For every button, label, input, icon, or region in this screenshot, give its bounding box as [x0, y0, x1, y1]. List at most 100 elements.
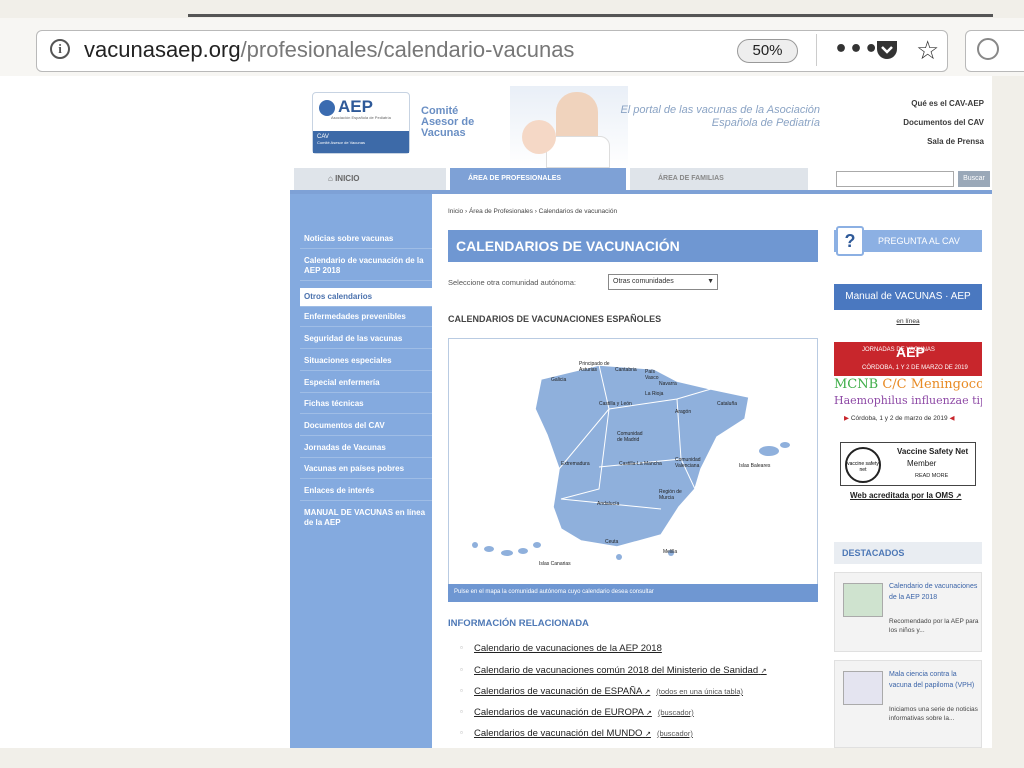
sidebar-item-otros-calendarios[interactable]: Otros calendarios — [300, 288, 432, 307]
home-icon: ⌂ — [328, 174, 336, 183]
bookmark-star-icon[interactable]: ☆ — [916, 37, 939, 63]
breadcrumb[interactable]: Inicio › Área de Profesionales › Calenda… — [448, 208, 617, 215]
related-link[interactable]: Calendario de vacunaciones de la AEP 201… — [474, 643, 662, 654]
external-link-icon: ↗ — [955, 493, 962, 500]
map-label-valenciana[interactable]: Comunidad Valenciana — [675, 457, 707, 469]
sidebar-item-seguridad[interactable]: Seguridad de las vacunas — [300, 330, 432, 349]
sidebar-item-enfermeria[interactable]: Especial enfermería — [300, 374, 432, 393]
sidebar-item-paises-pobres[interactable]: Vacunas en países pobres — [300, 460, 432, 479]
top-link-documentos[interactable]: Documentos del CAV — [903, 113, 984, 132]
top-link-prensa[interactable]: Sala de Prensa — [903, 132, 984, 151]
top-links: Qué es el CAV-AEP Documentos del CAV Sal… — [903, 94, 984, 151]
sidebar-item-calendario-aep[interactable]: Calendario de vacunación de la AEP 2018 — [300, 252, 432, 281]
related-note: (buscador) — [656, 729, 693, 738]
comite-title: Comité Asesor de Vacunas — [421, 105, 475, 139]
sidebar-item-fichas[interactable]: Fichas técnicas — [300, 395, 432, 414]
spain-map[interactable]: Principado de Asturias Cantabria País Va… — [448, 338, 818, 602]
bullet-icon: ▫ — [460, 728, 463, 737]
map-label-cataluna[interactable]: Cataluña — [717, 401, 737, 407]
sidebar: Noticias sobre vacunas Calendario de vac… — [290, 194, 432, 748]
info-icon[interactable]: i — [50, 39, 70, 59]
dropdown-arrow-icon: ▼ — [707, 278, 714, 285]
zoom-level[interactable]: 50% — [737, 39, 798, 63]
map-label-castilla-leon[interactable]: Castilla y León — [599, 401, 632, 407]
bullet-icon: ▫ — [460, 686, 463, 695]
arrow-left-icon: ◀ — [947, 415, 955, 422]
bullet-icon: ▫ — [460, 707, 463, 716]
map-label-madrid[interactable]: Comunidad de Madrid — [617, 431, 647, 443]
map-label-pais-vasco[interactable]: País Vasco — [645, 369, 665, 381]
vaccine-safety-net-badge[interactable]: vaccine safety net Vaccine Safety Net Me… — [840, 442, 976, 486]
map-label-la-rioja[interactable]: La Rioja — [645, 391, 663, 397]
map-label-cantabria[interactable]: Cantabria — [615, 367, 637, 373]
sidebar-item-noticias[interactable]: Noticias sobre vacunas — [300, 230, 432, 249]
question-mark-icon[interactable]: ? — [836, 226, 864, 256]
featured-card[interactable]: Calendario de vacunaciones de la AEP 201… — [834, 572, 982, 652]
map-label-aragon[interactable]: Aragón — [675, 409, 691, 415]
related-note: (buscador) — [657, 708, 694, 717]
map-label-galicia[interactable]: Galicia — [551, 377, 566, 383]
related-link[interactable]: Calendarios de vacunación del MUNDO ↗ (bu… — [474, 728, 693, 739]
nav-profesionales[interactable]: ÁREA DE PROFESIONALES — [450, 168, 626, 190]
url-text[interactable]: vacunasaep.org/profesionales/calendario-… — [84, 37, 574, 63]
oms-link[interactable]: Web acreditada por la OMS ↗ — [850, 491, 962, 500]
hero-photo — [510, 86, 628, 168]
logo-subtitle: Asociación Española de Pediatría — [331, 115, 391, 120]
related-info-title: INFORMACIÓN RELACIONADA — [448, 618, 589, 629]
destacados-header: DESTACADOS — [834, 542, 982, 564]
related-link[interactable]: Calendarios de vacunación de EUROPA ↗ (bu… — [474, 707, 694, 718]
map-label-castilla-la-mancha[interactable]: Castilla-La Mancha — [619, 461, 662, 467]
community-select[interactable]: Otras comunidades ▼ — [608, 274, 718, 290]
map-label-asturias[interactable]: Principado de Asturias — [579, 361, 613, 373]
select-label: Seleccione otra comunidad autónoma: — [448, 278, 576, 287]
external-link-icon: ↗ — [645, 731, 651, 738]
jornadas-banner[interactable]: JORNADAS DE VACUNAS AEP CÓRDOBA, 1 Y 2 DE … — [834, 340, 982, 430]
site-search-button[interactable]: Buscar — [958, 171, 990, 187]
featured-card[interactable]: Mala ciencia contra la vacuna del papilo… — [834, 660, 982, 748]
page-actions-menu-icon[interactable]: ••• — [834, 37, 879, 62]
map-label-andalucia[interactable]: Andalucía — [597, 501, 619, 507]
external-link-icon: ↗ — [760, 668, 767, 675]
map-label-murcia[interactable]: Región de Murcia — [659, 489, 685, 501]
tab-indicator — [188, 14, 993, 17]
related-note: (todos en una única tabla) — [656, 687, 744, 696]
sidebar-item-documentos[interactable]: Documentos del CAV — [300, 417, 432, 436]
manual-vacunas-button[interactable]: Manual de VACUNAS · AEP — [834, 284, 982, 310]
aep-logo[interactable]: AEP Asociación Española de Pediatría CAV… — [312, 92, 410, 154]
map-label-canarias[interactable]: Islas Canarias — [539, 561, 571, 567]
top-link-que-es[interactable]: Qué es el CAV-AEP — [903, 94, 984, 113]
related-link[interactable]: Calendarios de vacunación de ESPAÑA ↗ (to… — [474, 686, 743, 697]
sidebar-item-manual[interactable]: MANUAL DE VACUNAS en línea de la AEP — [300, 504, 432, 532]
map-caption: Pulse en el mapa la comunidad autónoma c… — [448, 584, 818, 602]
page-title: CALENDARIOS DE VACUNACIÓN — [448, 230, 818, 262]
sidebar-item-situaciones[interactable]: Situaciones especiales — [300, 352, 432, 371]
pocket-icon[interactable] — [875, 39, 899, 61]
map-label-navarra[interactable]: Navarra — [659, 381, 677, 387]
sidebar-item-jornadas[interactable]: Jornadas de Vacunas — [300, 439, 432, 458]
toolbar-separator — [816, 34, 817, 66]
external-link-icon: ↗ — [644, 689, 651, 696]
map-label-ceuta[interactable]: Ceuta — [605, 539, 618, 545]
sidebar-item-enfermedades[interactable]: Enfermedades prevenibles — [300, 308, 432, 327]
map-label-melilla[interactable]: Melilla — [663, 549, 677, 555]
external-link-icon: ↗ — [645, 710, 652, 717]
checkmark-icon: vaccine safety net — [845, 447, 881, 483]
map-label-extremadura[interactable]: Extremadura — [561, 461, 590, 467]
search-icon[interactable] — [977, 38, 999, 60]
related-link[interactable]: Calendario de vacunaciones común 2018 de… — [474, 665, 767, 676]
map-label-baleares[interactable]: Islas Baleares — [739, 463, 770, 469]
nav-familias[interactable]: ÁREA DE FAMILIAS — [630, 168, 808, 190]
bullet-icon: ▫ — [460, 665, 463, 674]
site-search-input[interactable] — [836, 171, 954, 187]
aep-emblem-icon — [319, 99, 335, 116]
card-title[interactable]: Mala ciencia contra la vacuna del papilo… — [889, 669, 979, 691]
arrow-right-icon: ▶ — [844, 415, 851, 422]
card-title[interactable]: Calendario de vacunaciones de la AEP 201… — [889, 581, 979, 603]
card-desc: Iniciamos una serie de noticias informat… — [889, 706, 978, 722]
logo-cav-band: CAV Comité Asesor de Vacunas — [313, 131, 409, 153]
nav-inicio[interactable]: ⌂ INICIO — [294, 168, 446, 190]
en-linea-link[interactable]: en línea — [834, 318, 982, 325]
main-nav: ⌂ INICIO ÁREA DE PROFESIONALES ÁREA DE F… — [294, 168, 992, 190]
sidebar-item-enlaces[interactable]: Enlaces de interés — [300, 482, 432, 501]
site-tagline: El portal de las vacunas de la Asociació… — [620, 104, 820, 129]
